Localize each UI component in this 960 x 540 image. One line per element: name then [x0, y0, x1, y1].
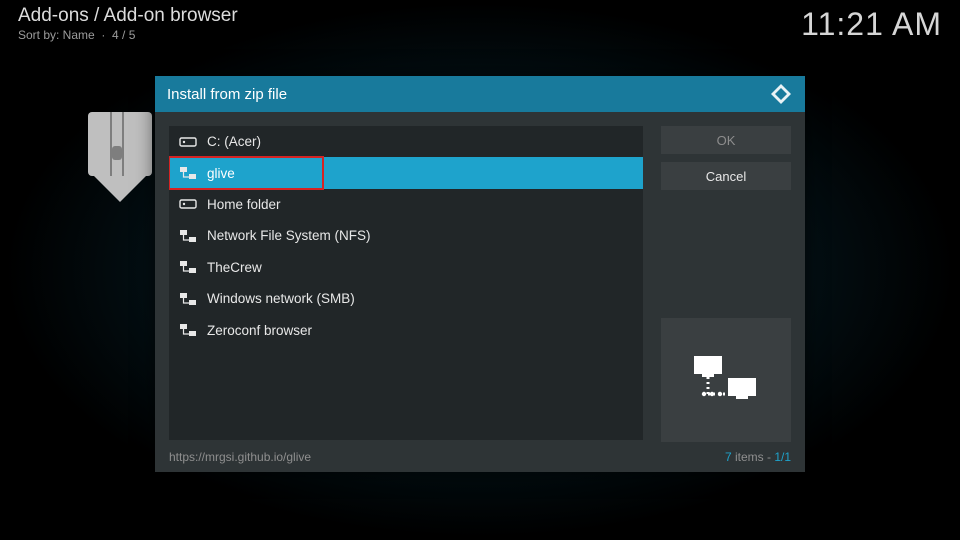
- ok-button[interactable]: OK: [661, 126, 791, 154]
- file-row-label: Windows network (SMB): [207, 291, 355, 306]
- file-row[interactable]: TheCrew: [169, 252, 643, 283]
- hdd-icon: [179, 135, 197, 149]
- zip-download-icon: [84, 112, 156, 216]
- file-row-label: Zeroconf browser: [207, 323, 312, 338]
- install-from-zip-dialog: Install from zip file C: (Acer) glive Home…: [155, 76, 805, 472]
- network-preview-icon: [690, 350, 762, 410]
- file-row-label: TheCrew: [207, 260, 262, 275]
- kodi-logo-icon: [769, 82, 793, 106]
- sort-label: Sort by: Name: [18, 28, 95, 42]
- file-row-label: C: (Acer): [207, 134, 261, 149]
- dialog-title: Install from zip file: [167, 86, 287, 103]
- network-icon: [179, 323, 197, 337]
- file-row[interactable]: Windows network (SMB): [169, 283, 643, 314]
- dialog-titlebar: Install from zip file: [155, 76, 805, 112]
- page-index: 4 / 5: [112, 28, 135, 42]
- network-icon: [179, 229, 197, 243]
- file-row[interactable]: Network File System (NFS): [169, 220, 643, 251]
- file-row-label: glive: [207, 166, 235, 181]
- header-bar: Add-ons / Add-on browser Sort by: Name ·…: [0, 0, 960, 48]
- file-row-label: Network File System (NFS): [207, 228, 371, 243]
- cancel-button[interactable]: Cancel: [661, 162, 791, 190]
- preview-panel: [661, 318, 791, 442]
- network-icon: [179, 292, 197, 306]
- dialog-footer: https://mrgsi.github.io/glive 7 items - …: [155, 442, 805, 472]
- source-path: https://mrgsi.github.io/glive: [169, 450, 311, 464]
- file-row[interactable]: Zeroconf browser: [169, 314, 643, 345]
- file-row[interactable]: Home folder: [169, 189, 643, 220]
- network-icon: [179, 166, 197, 180]
- hdd-icon: [179, 197, 197, 211]
- clock: 11:21 AM: [801, 6, 942, 43]
- file-row[interactable]: C: (Acer): [169, 126, 643, 157]
- network-icon: [179, 260, 197, 274]
- item-count: 7 items - 1/1: [725, 450, 791, 464]
- file-row-label: Home folder: [207, 197, 281, 212]
- file-row[interactable]: glive: [169, 157, 643, 188]
- file-list[interactable]: C: (Acer) glive Home folder Network File Sy…: [169, 126, 643, 440]
